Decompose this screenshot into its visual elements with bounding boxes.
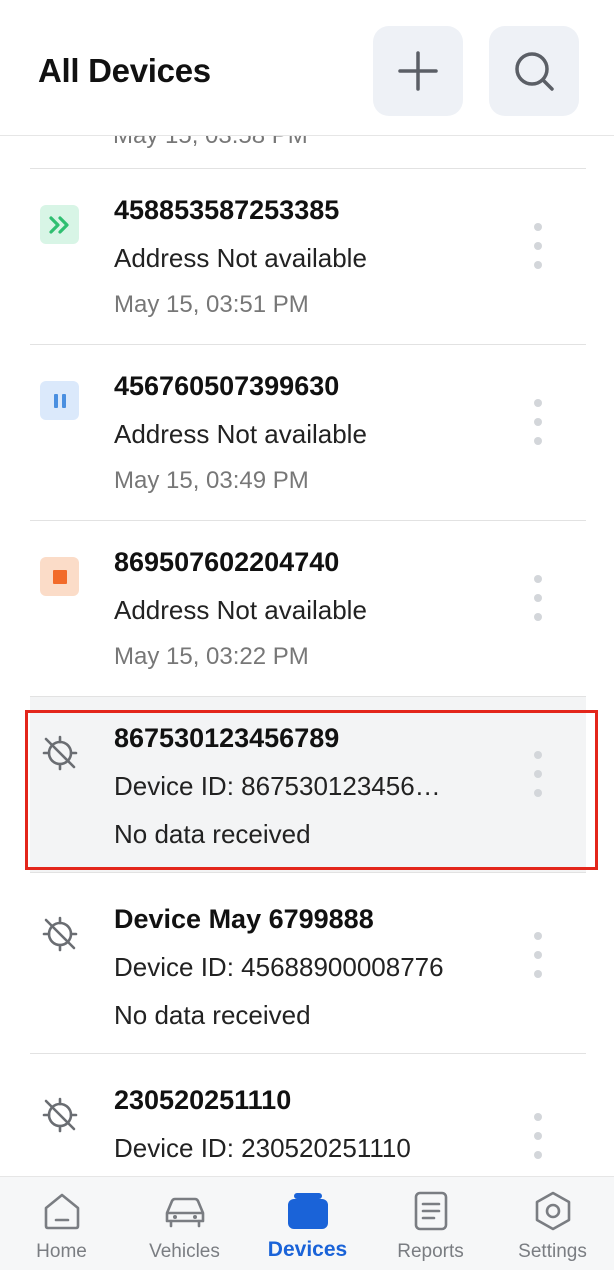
device-list-item[interactable]: 869507602204740 Address Not available Ma… [30,521,586,697]
nav-label: Vehicles [149,1241,220,1262]
pause-icon [53,393,66,408]
bottom-navigation: Home Vehicles Devices Reports Settings [0,1176,614,1270]
add-device-button[interactable] [373,26,463,116]
device-list-item-selected[interactable]: 867530123456789 Device ID: 867530123456…… [30,697,586,873]
no-data-status-icon [40,914,79,953]
device-name: 458853587253385 [114,195,340,225]
more-options-icon[interactable] [524,573,552,623]
nav-label: Reports [397,1241,464,1262]
partial-item-time: May 15, 03:58 PM [113,136,308,150]
nav-label: Settings [518,1241,587,1262]
more-options-icon[interactable] [524,221,552,271]
nav-tab-settings[interactable]: Settings [491,1177,614,1270]
device-status-text: No data received [114,819,311,849]
device-id: Device ID: 45688900008776 [114,952,444,982]
location-off-icon [42,916,77,951]
device-name: 869507602204740 [114,547,340,577]
plus-icon [398,51,438,91]
device-id: Device ID: 230520251110 [114,1133,411,1163]
car-icon [163,1189,207,1233]
settings-icon [531,1189,575,1233]
device-address: Address Not available [114,595,367,625]
stop-icon [52,569,67,584]
no-data-status-icon [40,733,79,772]
device-timestamp: May 15, 03:51 PM [114,291,309,318]
more-options-icon[interactable] [524,930,552,980]
nav-tab-home[interactable]: Home [0,1177,123,1270]
fast-forward-icon [48,215,69,234]
more-options-icon[interactable] [524,397,552,447]
home-icon [40,1189,84,1233]
device-timestamp: May 15, 03:49 PM [114,467,309,494]
device-timestamp: May 15, 03:22 PM [114,643,309,670]
location-off-icon [42,1097,77,1132]
paused-status-icon [40,381,79,420]
stopped-status-icon [40,557,79,596]
device-name: 456760507399630 [114,371,340,401]
device-name: 230520251110 [114,1085,292,1115]
moving-status-icon [40,205,79,244]
nav-label: Devices [267,1238,348,1261]
more-options-icon[interactable] [524,1111,552,1161]
device-address: Address Not available [114,243,367,273]
nav-tab-vehicles[interactable]: Vehicles [123,1177,246,1270]
device-list-item[interactable]: 456760507399630 Address Not available Ma… [30,345,586,521]
more-options-icon[interactable] [524,749,552,799]
devices-icon [286,1189,330,1233]
reports-icon [409,1189,453,1233]
nav-tab-devices[interactable]: Devices [246,1177,369,1270]
search-button[interactable] [489,26,579,116]
device-name: 867530123456789 [114,723,340,753]
nav-tab-reports[interactable]: Reports [369,1177,492,1270]
location-off-icon [42,735,77,770]
device-list-item[interactable]: 230520251110 Device ID: 230520251110 [30,1059,586,1176]
device-address: Address Not available [114,419,367,449]
app-header: All Devices [0,0,614,136]
device-name: Device May 6799888 [114,904,374,934]
device-list-item[interactable]: Device May 6799888 Device ID: 4568890000… [30,878,586,1054]
device-list[interactable]: May 15, 03:58 PM 458853587253385 Address… [0,136,614,1176]
device-id: Device ID: 867530123456… [114,771,441,801]
no-data-status-icon [40,1095,79,1134]
nav-label: Home [36,1241,87,1262]
device-status-text: No data received [114,1000,311,1030]
device-list-item[interactable]: 458853587253385 Address Not available Ma… [30,169,586,345]
page-title: All Devices [38,52,211,89]
search-icon [515,52,554,91]
